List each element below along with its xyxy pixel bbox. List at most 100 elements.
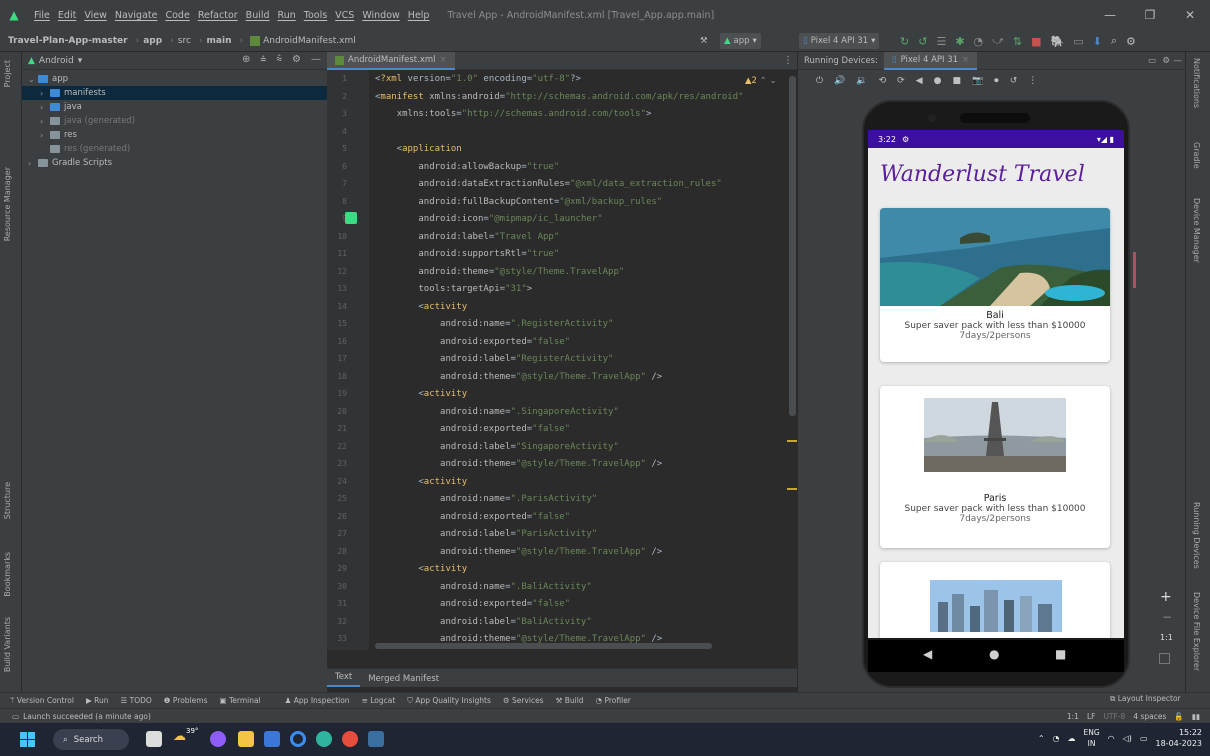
screen-record-icon[interactable]: ⏺ <box>994 76 999 86</box>
windows-start-icon[interactable] <box>20 732 35 747</box>
screenshot-icon[interactable]: 📷 <box>972 76 983 86</box>
bookmarks-tool-tab[interactable]: Bookmarks <box>3 552 12 597</box>
code-line[interactable]: android:label="Travel App" <box>375 232 559 242</box>
gear-icon[interactable]: ⚙ <box>1162 56 1170 66</box>
project-view-select[interactable]: Android <box>39 56 74 66</box>
weather-icon[interactable]: ☁ <box>173 729 186 744</box>
tool-window-profiler[interactable]: ◔ Profiler <box>596 696 631 705</box>
code-line[interactable]: <?xml version="1.0" encoding="utf-8"?> <box>375 74 581 84</box>
code-line[interactable]: android:name=".SingaporeActivity" <box>375 407 619 417</box>
notifications-tool-tab[interactable]: Notifications <box>1192 58 1201 108</box>
cortana-icon[interactable] <box>290 731 306 747</box>
code-line[interactable]: xmlns:tools="http://schemas.android.com/… <box>375 109 652 119</box>
history-icon[interactable]: ↺ <box>1010 76 1018 86</box>
hide-icon[interactable]: — <box>1174 56 1183 66</box>
menu-view[interactable]: View <box>80 10 111 21</box>
status-window-icon[interactable]: ▭ <box>12 712 19 721</box>
warnings-indicator[interactable]: ▲2 ⌃ ⌄ <box>745 76 777 86</box>
tree-item[interactable]: ⌄ app <box>22 72 327 86</box>
code-line[interactable]: <activity <box>375 477 467 487</box>
device-manager-icon[interactable]: ▭ <box>1073 35 1083 48</box>
lock-icon[interactable]: 🔓 <box>1174 712 1183 721</box>
build-variants-tool-tab[interactable]: Build Variants <box>3 617 12 672</box>
sdk-manager-icon[interactable]: ⬇ <box>1093 35 1102 48</box>
language-indicator[interactable]: ENG IN <box>1084 727 1100 749</box>
device-screen[interactable]: 3:22 ⚙ ▾◢ ▮ Wanderlust Travel Bali Super… <box>868 130 1124 638</box>
chevron-right-icon[interactable]: › <box>40 103 50 112</box>
teams-icon[interactable] <box>210 731 226 747</box>
breadcrumb-file[interactable]: AndroidManifest.xml <box>263 36 360 46</box>
fit-screen-icon[interactable] <box>1159 653 1170 664</box>
tree-item[interactable]: res (generated) <box>22 142 327 156</box>
tool-window-run[interactable]: ▶ Run <box>86 696 109 705</box>
code-line[interactable]: android:fullBackupContent="@xml/backup_r… <box>375 197 662 207</box>
zoom-ratio[interactable]: 1:1 <box>1160 633 1173 642</box>
code-line[interactable]: <manifest xmlns:android="http://schemas.… <box>375 92 744 102</box>
code-line[interactable]: android:exported="false" <box>375 424 570 434</box>
menu-build[interactable]: Build <box>242 10 274 21</box>
tab-androidmanifest[interactable]: AndroidManifest.xml × <box>327 52 455 70</box>
code-line[interactable]: <activity <box>375 564 467 574</box>
taskbar-search[interactable]: ⌕ Search <box>53 729 129 750</box>
clock[interactable]: 15:22 18-04-2023 <box>1156 727 1203 749</box>
code-line[interactable]: android:allowBackup="true" <box>375 162 559 172</box>
code-line[interactable]: android:exported="false" <box>375 599 570 609</box>
layout-inspector-button[interactable]: ⧉ Layout Inspector <box>1110 694 1181 704</box>
structure-tool-tab[interactable]: Structure <box>3 482 12 519</box>
debug-icon[interactable]: ✱ <box>955 35 964 48</box>
tree-item[interactable]: › java (generated) <box>22 114 327 128</box>
wifi-icon[interactable]: ◠ <box>1108 734 1115 743</box>
android-studio-taskbar-icon[interactable] <box>368 731 384 747</box>
back-icon[interactable]: ◀ <box>916 76 923 86</box>
file-encoding[interactable]: UTF-8 <box>1103 712 1125 721</box>
code-line[interactable]: android:label="BaliActivity" <box>375 617 592 627</box>
code-line[interactable]: android:theme="@style/Theme.TravelApp" /… <box>375 372 662 382</box>
close-tab-icon[interactable]: × <box>962 55 969 65</box>
back-icon[interactable]: ◀ <box>923 647 932 661</box>
edge-icon[interactable] <box>316 731 332 747</box>
search-icon[interactable]: ⌕ <box>1111 34 1117 48</box>
tool-window-services[interactable]: ⚙ Services <box>503 696 544 705</box>
gradle-tool-tab[interactable]: Gradle <box>1192 142 1201 169</box>
tree-item[interactable]: › java <box>22 100 327 114</box>
store-icon[interactable] <box>264 731 280 747</box>
code-line[interactable]: android:label="SingaporeActivity" <box>375 442 619 452</box>
code-line[interactable]: <activity <box>375 389 467 399</box>
device-file-explorer-tool-tab[interactable]: Device File Explorer <box>1192 592 1201 671</box>
chevron-right-icon[interactable]: › <box>40 89 50 98</box>
tree-item[interactable]: › res <box>22 128 327 142</box>
code-line[interactable]: android:name=".BaliActivity" <box>375 582 592 592</box>
close-tab-icon[interactable]: × <box>440 55 447 65</box>
tree-item[interactable]: › manifests <box>22 86 327 100</box>
code-line[interactable]: android:name=".RegisterActivity" <box>375 319 613 329</box>
rotate-left-icon[interactable]: ⟲ <box>879 76 887 86</box>
chevron-down-icon[interactable]: ⌄ <box>28 75 38 84</box>
tool-window-terminal[interactable]: ▣ Terminal <box>219 696 260 705</box>
tree-item[interactable]: › Gradle Scripts <box>22 156 327 170</box>
chevron-right-icon[interactable]: › <box>28 159 38 168</box>
menu-vcs[interactable]: VCS <box>331 10 358 21</box>
close-button[interactable]: ✕ <box>1170 0 1210 30</box>
menu-refactor[interactable]: Refactor <box>194 10 242 21</box>
project-tool-tab[interactable]: Project <box>3 60 12 87</box>
tab-text[interactable]: Text <box>327 672 361 687</box>
collapse-all-icon[interactable]: ⩯ <box>276 54 282 65</box>
code-line[interactable]: android:label="ParisActivity" <box>375 529 597 539</box>
editor-scrollbar[interactable] <box>789 76 796 416</box>
minimize-button[interactable]: — <box>1090 0 1130 30</box>
apply-changes-icon[interactable]: ↻ <box>900 35 909 48</box>
breadcrumb-main[interactable]: main <box>207 36 236 46</box>
menu-tools[interactable]: Tools <box>300 10 331 21</box>
volume-icon[interactable]: ◁) <box>1123 734 1132 743</box>
tray-app-icon[interactable]: ◔ <box>1053 734 1060 743</box>
tray-cloud-icon[interactable]: ☁ <box>1068 734 1076 743</box>
code-line[interactable]: android:icon="@mipmap/ic_launcher" <box>375 214 602 224</box>
attach-debugger-icon[interactable]: ⤻ <box>992 34 1004 48</box>
battery-icon[interactable]: ▭ <box>1140 734 1148 743</box>
rotate-right-icon[interactable]: ⟳ <box>897 76 905 86</box>
menu-edit[interactable]: Edit <box>54 10 80 21</box>
chrome-icon[interactable] <box>342 731 358 747</box>
tool-window-problems[interactable]: ❶ Problems <box>164 696 208 705</box>
memory-icon[interactable]: ▮▮ <box>1192 712 1200 721</box>
menu-run[interactable]: Run <box>274 10 300 21</box>
